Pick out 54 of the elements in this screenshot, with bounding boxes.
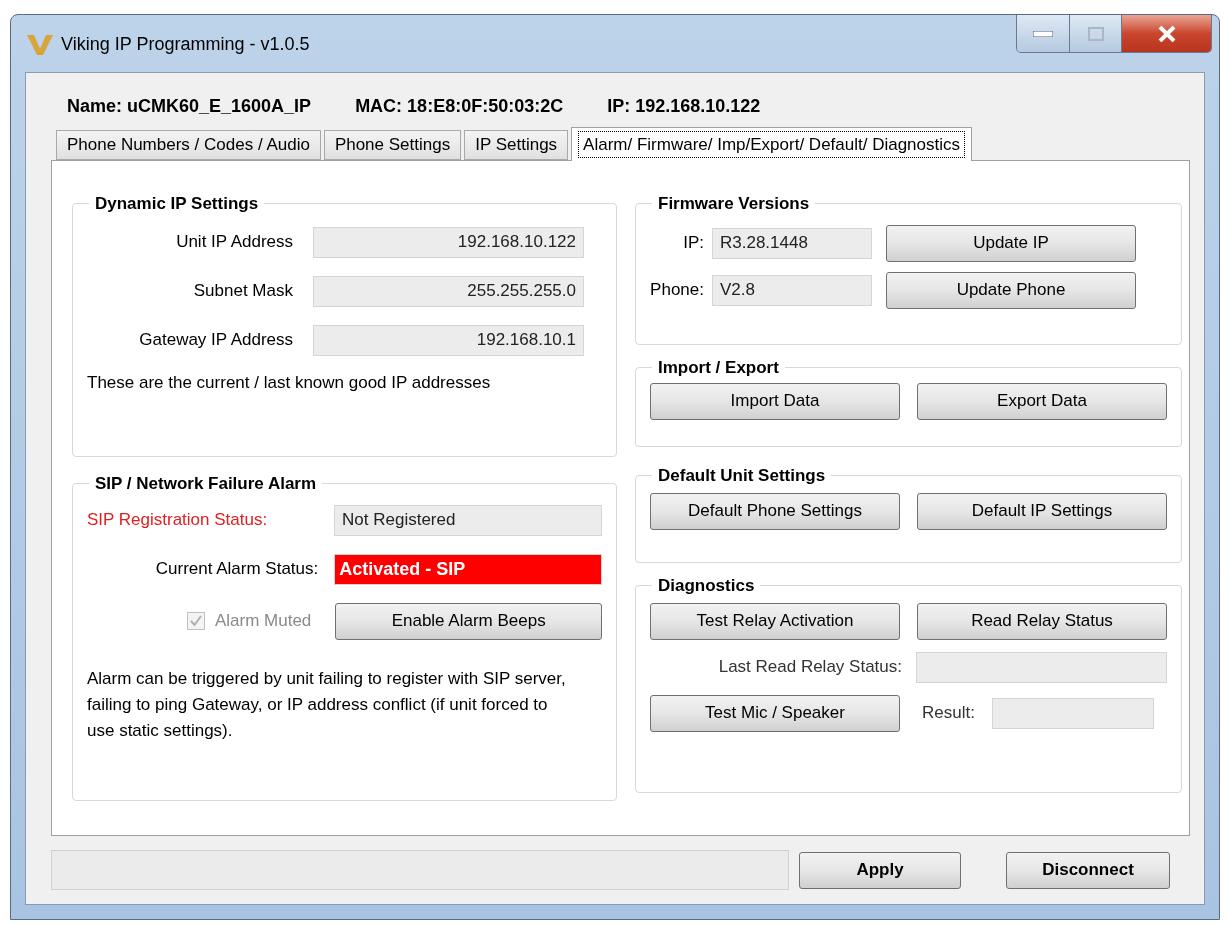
tab[interactable]: IP Settings: [464, 130, 569, 160]
field-label: SIP Registration Status:: [87, 509, 269, 532]
tab[interactable]: Phone Numbers / Codes / Audio: [56, 130, 321, 160]
button-control[interactable]: Export Data: [917, 382, 1167, 420]
text-field[interactable]: 192.168.10.122: [313, 226, 584, 258]
field-label: Unit IP Address: [175, 231, 294, 254]
note-text: These are the current / last known good IP addresses: [87, 371, 492, 394]
button-control[interactable]: Default IP Settings: [917, 492, 1167, 530]
note-text: Alarm can be triggered by unit failing to register with SIP server, failing to ping Gateway, or IP address conflict (if unit forced to use static settings).: [87, 667, 567, 742]
text-field[interactable]: 192.168.10.1: [313, 324, 584, 356]
button-control[interactable]: Test Relay Activation: [650, 602, 900, 640]
tab[interactable]: Alarm/ Firmware/ Imp/Export/ Default/ Diagnostics: [571, 127, 973, 161]
button-control[interactable]: Test Mic / Speaker: [650, 694, 900, 732]
checkbox-label: Alarm Muted: [214, 610, 312, 633]
group-title: Diagnostics: [657, 575, 756, 597]
close-button[interactable]: [1122, 15, 1211, 52]
status-field[interactable]: Activated - SIP: [334, 553, 602, 585]
text-field[interactable]: Not Registered: [334, 504, 602, 536]
button-control[interactable]: Update IP: [886, 224, 1136, 262]
window-title: Viking IP Programming - v1.0.5: [61, 33, 310, 56]
mac-address: MAC: 18:E8:0F:50:03:2C: [355, 95, 564, 118]
tab[interactable]: Phone Settings: [323, 130, 462, 160]
group-title: Default Unit Settings: [657, 465, 827, 487]
minimize-button[interactable]: [1017, 15, 1070, 52]
close-icon: [1157, 25, 1176, 42]
button-control[interactable]: Apply: [799, 851, 961, 889]
field-label: Gateway IP Address: [138, 329, 294, 352]
field-label: Phone:: [650, 279, 705, 302]
device-name: Name: uCMK60_E_1600A_IP: [67, 95, 312, 118]
text-field[interactable]: V2.8: [712, 274, 872, 306]
button-control[interactable]: Enable Alarm Beeps: [335, 602, 602, 640]
button-control[interactable]: Disconnect: [1006, 851, 1170, 889]
group-title: Import / Export: [657, 357, 780, 379]
maximize-button[interactable]: [1070, 15, 1122, 52]
field-label: Current Alarm Status:: [154, 558, 320, 581]
text-field[interactable]: [916, 651, 1167, 683]
maximize-icon: [1087, 26, 1104, 41]
logo-icon: [27, 33, 53, 56]
button-control[interactable]: Default Phone Settings: [650, 492, 900, 530]
group-title: Dynamic IP Settings: [94, 193, 260, 215]
field-label: Result:: [922, 702, 976, 725]
group-title: SIP / Network Failure Alarm: [94, 473, 318, 495]
field-label: IP:: [682, 232, 705, 255]
button-control[interactable]: Update Phone: [886, 271, 1136, 309]
button-control[interactable]: Import Data: [650, 382, 900, 420]
ip-address: IP: 192.168.10.122: [607, 95, 761, 118]
minimize-icon: [1033, 30, 1053, 37]
group-title: Firmware Versions: [657, 193, 811, 215]
button-control[interactable]: Read Relay Status: [917, 602, 1167, 640]
field-label: Last Read Relay Status:: [717, 656, 903, 679]
text-field[interactable]: 255.255.255.0: [313, 275, 584, 307]
text-field[interactable]: [992, 697, 1154, 729]
field-label: Subnet Mask: [192, 280, 294, 303]
text-field[interactable]: R3.28.1448: [712, 227, 872, 259]
